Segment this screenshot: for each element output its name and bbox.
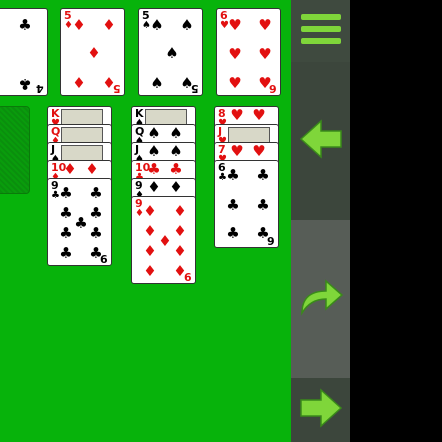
menu-button[interactable] — [291, 0, 350, 62]
pip: ♣ — [89, 224, 103, 242]
tableau-card[interactable]: 6 ♣ 6 ♣ ♣ ♣ ♣ ♣ ♣ — [214, 160, 279, 248]
pip: ♦ — [143, 222, 157, 240]
play-area: 4 ♣ ♣ ♣ 5 ♦ 5 ♦ ♦ ♦ ♦ ♦ 5 ♠ 5 ♠ ♠ ♠ ♠ ♠ — [0, 0, 291, 442]
pip: ♦ — [63, 160, 77, 178]
pip: ♠ — [147, 142, 161, 160]
pip: ♦ — [173, 262, 187, 280]
pip: ♥ — [252, 142, 266, 160]
game-screen: 4 ♣ ♣ ♣ 5 ♦ 5 ♦ ♦ ♦ ♦ ♦ 5 ♠ 5 ♠ ♠ ♠ ♠ ♠ — [0, 0, 442, 442]
card-rank: 4 — [36, 82, 44, 95]
pip: ♦ — [169, 178, 183, 196]
pip: ♠ — [180, 74, 194, 92]
pip: ♣ — [226, 224, 240, 242]
pip: ♣ — [18, 16, 32, 34]
pip: ♠ — [150, 74, 164, 92]
pip: ♠ — [169, 124, 183, 142]
pip: ♣ — [147, 160, 161, 178]
tableau-card[interactable]: 9 ♦ 9 ♦ ♦ ♦ ♦ ♦ ♦ ♦ ♦ ♦ — [131, 196, 196, 284]
pip: ♠ — [169, 142, 183, 160]
pip: ♦ — [143, 262, 157, 280]
control-sidebar — [291, 0, 350, 442]
pip: ♥ — [258, 16, 272, 34]
pip: ♣ — [89, 184, 103, 202]
pip: ♣ — [226, 166, 240, 184]
pip: ♥ — [228, 74, 242, 92]
foundation-card-diamonds[interactable]: 5 ♦ 5 ♦ ♦ ♦ ♦ ♦ — [60, 8, 125, 96]
pip: ♣ — [89, 204, 103, 222]
pip: ♣ — [59, 184, 73, 202]
pip: ♥ — [252, 106, 266, 124]
pip: ♦ — [143, 242, 157, 260]
pip: ♣ — [59, 244, 73, 262]
pip: ♥ — [230, 142, 244, 160]
foundation-card-hearts[interactable]: 6 ♥ 6 ♥ ♥ ♥ ♥ ♥ ♥ — [216, 8, 281, 96]
pip: ♥ — [228, 16, 242, 34]
pip: ♣ — [59, 204, 73, 222]
pip: ♦ — [87, 44, 101, 62]
pip: ♦ — [147, 178, 161, 196]
pip: ♣ — [226, 196, 240, 214]
pip: ♣ — [256, 224, 270, 242]
pip: ♦ — [85, 160, 99, 178]
pip: ♣ — [169, 160, 183, 178]
pip: ♠ — [180, 16, 194, 34]
forward-arrow-icon — [299, 388, 343, 432]
pip: ♣ — [89, 244, 103, 262]
pip: ♣ — [256, 196, 270, 214]
pip: ♣ — [256, 166, 270, 184]
pip: ♦ — [102, 16, 116, 34]
undo-button[interactable] — [291, 62, 350, 220]
pip: ♣ — [59, 224, 73, 242]
curved-arrow-icon — [296, 275, 346, 323]
back-arrow-icon — [299, 119, 343, 163]
pip: ♦ — [72, 16, 86, 34]
screen-edge — [350, 0, 442, 442]
pip: ♥ — [230, 106, 244, 124]
pip: ♦ — [143, 202, 157, 220]
pip: ♠ — [165, 44, 179, 62]
pip: ♦ — [158, 232, 172, 250]
redo-button[interactable] — [291, 220, 350, 378]
foundation-card-spades[interactable]: 5 ♠ 5 ♠ ♠ ♠ ♠ ♠ — [138, 8, 203, 96]
hamburger-icon — [299, 9, 343, 53]
stock-pile[interactable] — [0, 106, 30, 194]
pip: ♣ — [18, 75, 32, 93]
pip: ♣ — [74, 214, 88, 232]
pip: ♦ — [173, 242, 187, 260]
pip: ♥ — [258, 74, 272, 92]
tableau-card[interactable]: 9 ♣ 9 ♣ ♣ ♣ ♣ ♣ ♣ ♣ ♣ ♣ — [47, 178, 112, 266]
pip: ♠ — [150, 16, 164, 34]
pip: ♦ — [173, 202, 187, 220]
pip: ♦ — [102, 74, 116, 92]
next-button[interactable] — [291, 378, 350, 442]
pip: ♥ — [228, 45, 242, 63]
pip: ♠ — [147, 124, 161, 142]
pip: ♦ — [173, 222, 187, 240]
foundation-card-clubs[interactable]: 4 ♣ ♣ ♣ — [0, 8, 48, 96]
pip: ♦ — [72, 74, 86, 92]
pip: ♥ — [258, 45, 272, 63]
